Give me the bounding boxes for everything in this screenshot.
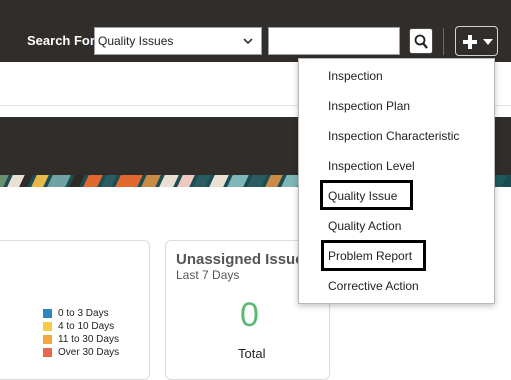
- legend-label: 11 to 30 Days: [58, 334, 119, 345]
- menu-item-quality-action[interactable]: Quality Action: [328, 219, 401, 233]
- top-header-bar: Search For Quality Issues: [0, 0, 511, 62]
- plus-icon: [463, 35, 477, 49]
- search-input[interactable]: [268, 27, 400, 55]
- menu-item-inspection[interactable]: Inspection: [328, 69, 383, 83]
- search-button[interactable]: [409, 28, 433, 54]
- unassigned-issues-title: Unassigned Issues: [176, 251, 312, 268]
- unassigned-issues-total-label: Total: [238, 346, 266, 361]
- legend-item: 11 to 30 Days: [43, 333, 119, 346]
- legend-label: 0 to 3 Days: [58, 308, 109, 319]
- caret-down-icon: [483, 39, 493, 45]
- menu-item-inspection-plan[interactable]: Inspection Plan: [328, 99, 410, 113]
- legend-swatch: [43, 348, 52, 357]
- legend-swatch: [43, 322, 52, 331]
- menu-item-inspection-characteristic[interactable]: Inspection Characteristic: [328, 129, 459, 143]
- search-for-label: Search For: [27, 33, 95, 48]
- legend-label: 4 to 10 Days: [58, 321, 115, 332]
- quality-issue-highlight: [320, 180, 413, 210]
- unassigned-issues-count: 0: [240, 296, 259, 334]
- search-category-select[interactable]: Quality Issues: [94, 27, 262, 55]
- create-menu-button[interactable]: [455, 26, 498, 56]
- age-legend: 0 to 3 Days 4 to 10 Days 11 to 30 Days O…: [43, 307, 119, 359]
- legend-label: Over 30 Days: [58, 347, 120, 358]
- search-category-value: Quality Issues: [98, 34, 174, 48]
- legend-item: Over 30 Days: [43, 346, 119, 359]
- header-divider: [443, 28, 444, 55]
- legend-swatch: [43, 335, 52, 344]
- chevron-down-icon: [243, 38, 253, 45]
- menu-item-inspection-level[interactable]: Inspection Level: [328, 159, 415, 173]
- legend-item: 0 to 3 Days: [43, 307, 119, 320]
- legend-swatch: [43, 309, 52, 318]
- search-icon: [414, 34, 428, 49]
- problem-report-highlight: [321, 240, 426, 271]
- legend-item: 4 to 10 Days: [43, 320, 119, 333]
- unassigned-issues-subtitle: Last 7 Days: [176, 268, 240, 282]
- menu-item-corrective-action[interactable]: Corrective Action: [328, 279, 419, 293]
